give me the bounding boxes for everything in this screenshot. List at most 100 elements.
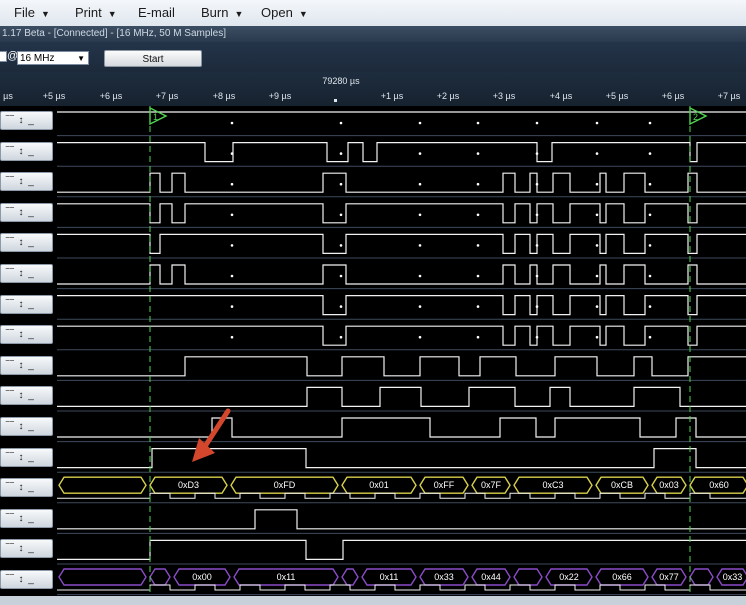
waveform-canvas[interactable]: 0xD3 0xFD 0x01 0xFF 0x7F 0xC3 0xCB 0x03 0x60 0x00… — [0, 106, 746, 596]
channel-settings-button[interactable]: ‾‾ ↕ _ — [0, 325, 53, 345]
sample-dot — [595, 121, 599, 125]
sample-dot — [339, 244, 343, 247]
sample-dot — [476, 244, 480, 247]
channel-edge-icon: ‾‾ ↕ _ — [6, 145, 35, 157]
channel-area: 0xD3 0xFD 0x01 0xFF 0x7F 0xC3 0xCB 0x03 0x60 0x00… — [0, 106, 746, 605]
channel-edge-icon: ‾‾ ↕ _ — [6, 482, 35, 494]
channel-edge-icon: ‾‾ ↕ _ — [6, 298, 35, 310]
ruler-tick: +6 µs — [661, 91, 685, 101]
ruler-tick: +2 µs — [436, 91, 460, 101]
bus-segment — [513, 568, 543, 586]
sample-dot — [648, 152, 652, 155]
bus-value-label: 0xC3 — [542, 480, 563, 490]
sample-dot — [418, 121, 422, 125]
channel-settings-button[interactable]: ‾‾ ↕ _ — [0, 508, 53, 528]
menu-open[interactable]: Open ▼ — [261, 5, 308, 20]
sample-dot — [230, 121, 234, 125]
channel-settings-button[interactable]: ‾‾ ↕ _ — [0, 570, 53, 589]
bus-value-label: 0xD3 — [178, 480, 199, 490]
sample-dot — [648, 305, 652, 308]
channel-settings-button[interactable]: ‾‾ ↕ _ — [0, 264, 53, 283]
ruler-center-label: 79280 µs — [322, 76, 360, 86]
menu-burn[interactable]: Burn ▼ — [201, 5, 243, 20]
menu-file[interactable]: File ▼ — [14, 5, 50, 20]
start-button[interactable]: Start — [104, 50, 202, 67]
bus-clock-waveform — [57, 492, 746, 499]
sample-dot — [339, 335, 343, 339]
sample-dot — [595, 244, 599, 247]
sample-dot — [648, 274, 652, 278]
channel-edge-icon: ‾‾ ↕ _ — [6, 206, 35, 218]
menu-email[interactable]: E-mail — [138, 5, 175, 20]
bus-value-label: 0xCB — [611, 480, 633, 490]
channel-edge-icon: ‾‾ ↕ _ — [6, 237, 35, 249]
channel-edge-icon: ‾‾ ↕ _ — [6, 268, 35, 279]
sample-dot — [418, 182, 422, 186]
menu-print-label: Print — [75, 5, 102, 20]
channel-settings-button[interactable]: ‾‾ ↕ _ — [0, 172, 53, 192]
sample-dot — [339, 274, 343, 278]
marker-label: 2 — [693, 112, 698, 122]
time-ruler[interactable]: 79280 µs µs +5 µs +6 µs +7 µs +8 µs +9 µ… — [0, 72, 746, 106]
bus-segment — [58, 568, 147, 586]
bus-value-label: 0x33 — [434, 572, 454, 582]
toolbar: @ 16 MHz ▼ Start — [0, 42, 746, 72]
sample-dot — [476, 121, 480, 125]
sample-dot — [230, 152, 234, 155]
channel-settings-button[interactable]: ‾‾ ↕ _ — [0, 478, 53, 498]
bus-segment — [58, 476, 147, 494]
channel-settings-button[interactable]: ‾‾ ↕ _ — [0, 386, 53, 406]
channel-settings-button[interactable]: ‾‾ ↕ _ — [0, 294, 53, 314]
bus-value-label: 0x44 — [481, 572, 501, 582]
menu-file-label: File — [14, 5, 35, 20]
channel-settings-button[interactable]: ‾‾ ↕ _ — [0, 417, 53, 436]
channel-settings-button[interactable]: ‾‾ ↕ _ — [0, 141, 53, 161]
sample-dot — [339, 213, 343, 217]
channel-edge-icon: ‾‾ ↕ _ — [6, 115, 35, 126]
channel-settings-button[interactable]: ‾‾ ↕ _ — [0, 355, 53, 375]
sample-dot — [648, 121, 652, 125]
sample-dot — [595, 152, 599, 155]
sample-dot — [595, 305, 599, 308]
sample-dot — [476, 213, 480, 217]
device-checkbox[interactable] — [0, 51, 7, 62]
sample-dot — [535, 305, 539, 308]
bus-value-label: 0x03 — [659, 480, 679, 490]
sample-dot — [418, 305, 422, 308]
sample-dot — [339, 121, 343, 125]
channel-waveform — [57, 203, 746, 224]
channel-settings-button[interactable]: ‾‾ ↕ _ — [0, 539, 53, 559]
sample-dot — [476, 182, 480, 186]
sample-dot — [418, 274, 422, 278]
sample-dot — [418, 335, 422, 339]
sample-dot — [535, 152, 539, 155]
sample-dot — [418, 213, 422, 217]
sample-dot — [230, 244, 234, 247]
sample-rate-select[interactable]: 16 MHz ▼ — [17, 51, 89, 65]
sample-dot — [230, 274, 234, 278]
sample-dot — [595, 182, 599, 186]
chevron-down-icon: ▼ — [107, 9, 117, 19]
sample-dot — [535, 274, 539, 278]
bus-value-label: 0x11 — [380, 572, 399, 582]
chevron-down-icon: ▼ — [298, 9, 308, 19]
menu-print[interactable]: Print ▼ — [75, 5, 117, 20]
channel-settings-button[interactable]: ‾‾ ↕ _ — [0, 111, 53, 130]
channel-settings-button[interactable]: ‾‾ ↕ _ — [0, 202, 53, 222]
menu-burn-label: Burn — [201, 5, 229, 20]
channel-edge-icon: ‾‾ ↕ _ — [6, 359, 35, 371]
sample-dot — [476, 305, 480, 308]
channel-edge-icon: ‾‾ ↕ _ — [6, 176, 35, 188]
channel-settings-button[interactable]: ‾‾ ↕ _ — [0, 233, 53, 253]
menu-email-label: E-mail — [138, 5, 175, 20]
channel-waveform — [57, 417, 746, 438]
sample-dot — [535, 213, 539, 217]
menu-open-label: Open — [261, 5, 293, 20]
sample-dot — [230, 335, 234, 339]
sample-dot — [230, 182, 234, 186]
sample-dot — [418, 152, 422, 155]
sample-dot — [595, 274, 599, 278]
sample-dot — [535, 335, 539, 339]
chevron-down-icon: ▼ — [234, 9, 244, 19]
channel-settings-button[interactable]: ‾‾ ↕ _ — [0, 447, 53, 467]
